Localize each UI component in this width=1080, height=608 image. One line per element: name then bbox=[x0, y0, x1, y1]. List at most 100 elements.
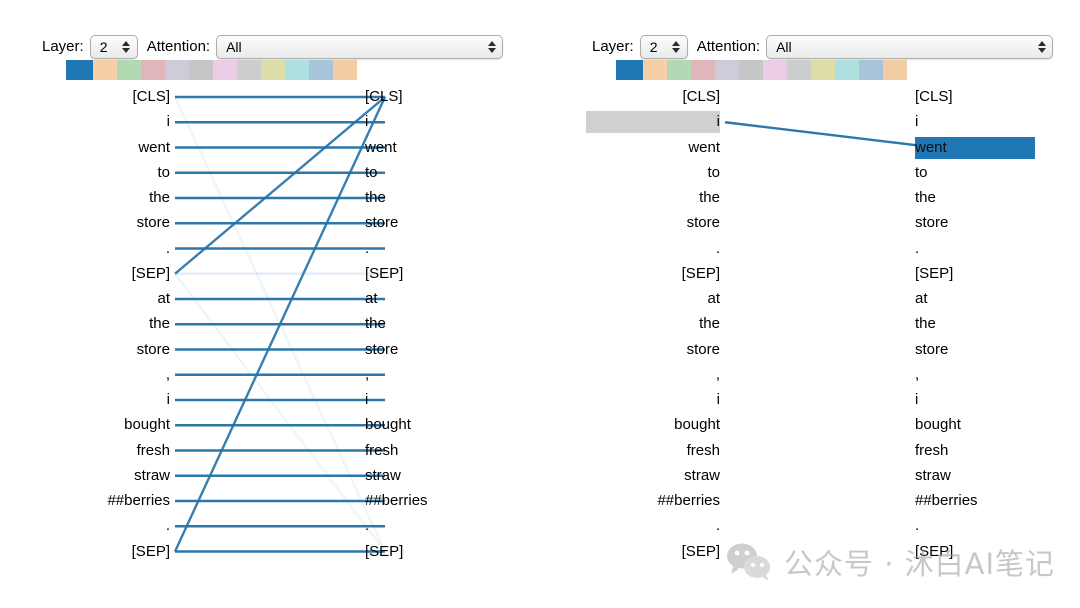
head-swatch-4[interactable] bbox=[715, 60, 739, 80]
source-token[interactable]: the bbox=[149, 313, 170, 335]
source-token[interactable]: store bbox=[137, 339, 170, 361]
source-token[interactable]: went bbox=[688, 137, 720, 159]
target-token[interactable]: i bbox=[365, 111, 368, 133]
target-token[interactable]: at bbox=[365, 288, 378, 310]
target-token[interactable]: , bbox=[915, 364, 919, 386]
head-swatch-7[interactable] bbox=[787, 60, 811, 80]
source-token[interactable]: to bbox=[157, 162, 170, 184]
target-token[interactable]: straw bbox=[365, 465, 401, 487]
target-token[interactable]: fresh bbox=[915, 440, 948, 462]
source-token[interactable]: straw bbox=[684, 465, 720, 487]
target-token[interactable]: i bbox=[915, 389, 918, 411]
source-token[interactable]: bought bbox=[124, 414, 170, 436]
source-token[interactable]: i bbox=[717, 389, 720, 411]
stepper-arrows-icon[interactable] bbox=[487, 38, 496, 56]
source-token[interactable]: . bbox=[166, 515, 170, 537]
source-token[interactable]: ##berries bbox=[107, 490, 170, 512]
target-token[interactable]: . bbox=[365, 515, 369, 537]
head-swatch-11[interactable] bbox=[883, 60, 907, 80]
stepper-arrows-icon[interactable] bbox=[122, 38, 131, 56]
head-swatch-5[interactable] bbox=[739, 60, 763, 80]
source-token[interactable]: the bbox=[699, 313, 720, 335]
head-swatch-5[interactable] bbox=[189, 60, 213, 80]
source-token[interactable]: ##berries bbox=[657, 490, 720, 512]
head-swatch-2[interactable] bbox=[117, 60, 141, 80]
target-token[interactable]: ##berries bbox=[915, 490, 978, 512]
head-swatch-3[interactable] bbox=[141, 60, 165, 80]
source-token[interactable]: [CLS] bbox=[132, 86, 170, 108]
source-token[interactable]: fresh bbox=[137, 440, 170, 462]
head-swatch-1[interactable] bbox=[93, 60, 117, 80]
head-swatch-4[interactable] bbox=[165, 60, 189, 80]
head-swatch-11[interactable] bbox=[333, 60, 357, 80]
target-token[interactable]: store bbox=[365, 212, 398, 234]
target-token[interactable]: [CLS] bbox=[365, 86, 403, 108]
target-token[interactable]: the bbox=[365, 313, 386, 335]
target-token[interactable]: bought bbox=[365, 414, 411, 436]
head-swatch-0[interactable] bbox=[616, 60, 643, 80]
head-swatch-2[interactable] bbox=[667, 60, 691, 80]
head-swatch-0[interactable] bbox=[66, 60, 93, 80]
target-token[interactable]: . bbox=[915, 238, 919, 260]
source-token[interactable]: i bbox=[586, 111, 720, 134]
target-token[interactable]: [SEP] bbox=[915, 263, 953, 285]
source-token[interactable]: store bbox=[687, 212, 720, 234]
head-swatch-8[interactable] bbox=[811, 60, 835, 80]
source-token[interactable]: at bbox=[157, 288, 170, 310]
target-token[interactable]: store bbox=[365, 339, 398, 361]
source-token[interactable]: [SEP] bbox=[132, 541, 170, 563]
head-swatch-6[interactable] bbox=[213, 60, 237, 80]
source-token[interactable]: straw bbox=[134, 465, 170, 487]
target-token[interactable]: ##berries bbox=[365, 490, 428, 512]
target-token[interactable]: store bbox=[915, 339, 948, 361]
source-token[interactable]: i bbox=[167, 111, 170, 133]
head-swatch-6[interactable] bbox=[763, 60, 787, 80]
target-token[interactable]: straw bbox=[915, 465, 951, 487]
source-token[interactable]: the bbox=[699, 187, 720, 209]
layer-select[interactable]: 2 bbox=[639, 35, 688, 59]
target-token[interactable]: to bbox=[915, 162, 928, 184]
source-token[interactable]: . bbox=[716, 515, 720, 537]
target-token[interactable]: [SEP] bbox=[365, 263, 403, 285]
source-token[interactable]: [SEP] bbox=[682, 541, 720, 563]
source-token[interactable]: at bbox=[707, 288, 720, 310]
layer-select[interactable]: 2 bbox=[89, 35, 138, 59]
target-token[interactable]: [SEP] bbox=[915, 541, 953, 563]
source-token[interactable]: store bbox=[687, 339, 720, 361]
target-token[interactable]: . bbox=[365, 238, 369, 260]
target-token[interactable]: [SEP] bbox=[365, 541, 403, 563]
target-token[interactable]: i bbox=[365, 389, 368, 411]
target-token[interactable]: went bbox=[915, 136, 1035, 159]
target-token[interactable]: went bbox=[365, 137, 397, 159]
head-swatch-3[interactable] bbox=[691, 60, 715, 80]
source-token[interactable]: i bbox=[167, 389, 170, 411]
source-token[interactable]: bought bbox=[674, 414, 720, 436]
source-token[interactable]: , bbox=[716, 364, 720, 386]
source-token[interactable]: , bbox=[166, 364, 170, 386]
source-token[interactable]: the bbox=[149, 187, 170, 209]
source-token[interactable]: to bbox=[707, 162, 720, 184]
target-token[interactable]: to bbox=[365, 162, 378, 184]
attention-select[interactable]: All bbox=[766, 35, 1054, 59]
source-token[interactable]: . bbox=[716, 238, 720, 260]
source-token[interactable]: . bbox=[166, 238, 170, 260]
source-token[interactable]: [CLS] bbox=[682, 86, 720, 108]
stepper-arrows-icon[interactable] bbox=[1037, 38, 1046, 56]
head-swatch-9[interactable] bbox=[285, 60, 309, 80]
head-swatch-10[interactable] bbox=[859, 60, 883, 80]
source-token[interactable]: went bbox=[138, 137, 170, 159]
target-token[interactable]: i bbox=[915, 111, 918, 133]
target-token[interactable]: bought bbox=[915, 414, 961, 436]
stepper-arrows-icon[interactable] bbox=[672, 38, 681, 56]
target-token[interactable]: , bbox=[365, 364, 369, 386]
target-token[interactable]: at bbox=[915, 288, 928, 310]
source-token[interactable]: [SEP] bbox=[132, 263, 170, 285]
target-token[interactable]: the bbox=[915, 187, 936, 209]
target-token[interactable]: the bbox=[915, 313, 936, 335]
head-swatch-8[interactable] bbox=[261, 60, 285, 80]
target-token[interactable]: fresh bbox=[365, 440, 398, 462]
head-swatch-10[interactable] bbox=[309, 60, 333, 80]
target-token[interactable]: . bbox=[915, 515, 919, 537]
target-token[interactable]: store bbox=[915, 212, 948, 234]
attention-select[interactable]: All bbox=[216, 35, 504, 59]
